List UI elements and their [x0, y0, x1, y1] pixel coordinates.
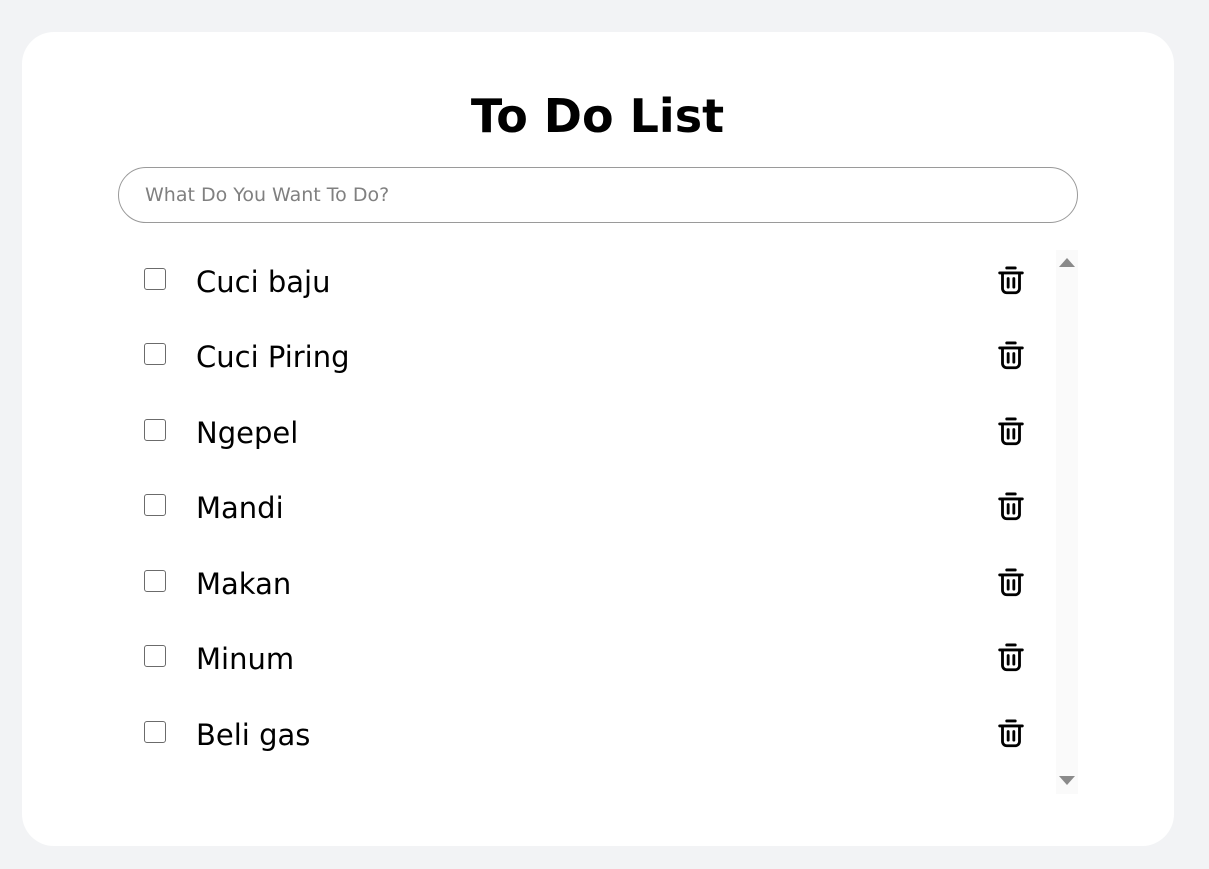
trash-icon[interactable] [994, 489, 1028, 523]
todo-label: Beli gas [196, 718, 311, 752]
trash-icon[interactable] [994, 640, 1028, 674]
todo-label: Cuci baju [196, 265, 331, 299]
page-title: To Do List [470, 89, 725, 143]
new-todo-input[interactable] [118, 167, 1078, 223]
todo-item: Cuci baju [118, 250, 1054, 310]
todo-checkbox[interactable] [144, 494, 166, 516]
todo-checkbox[interactable] [144, 268, 166, 290]
todo-label: Ngepel [196, 416, 299, 450]
todo-item: Mandi [118, 476, 1054, 536]
scroll-up-arrow-icon[interactable] [1059, 258, 1075, 267]
todo-label: Cuci Piring [196, 340, 350, 374]
todo-checkbox[interactable] [144, 343, 166, 365]
todo-item: Cuci Piring [118, 325, 1054, 385]
trash-icon[interactable] [994, 338, 1028, 372]
todo-label: Makan [196, 567, 292, 601]
trash-icon[interactable] [994, 414, 1028, 448]
list-scrollbar[interactable] [1056, 250, 1078, 794]
scroll-down-arrow-icon[interactable] [1059, 776, 1075, 785]
todo-label: Minum [196, 642, 295, 676]
todo-item: Makan [118, 552, 1054, 612]
todo-checkbox[interactable] [144, 721, 166, 743]
todo-checkbox[interactable] [144, 419, 166, 441]
todo-item: Ngepel [118, 401, 1054, 461]
todo-list: Cuci baju Cuci Piring Ngepel Mandi Makan [118, 250, 1054, 794]
trash-icon[interactable] [994, 716, 1028, 750]
trash-icon[interactable] [994, 565, 1028, 599]
todo-checkbox[interactable] [144, 570, 166, 592]
trash-icon[interactable] [994, 263, 1028, 297]
todo-label: Mandi [196, 491, 284, 525]
todo-item: Beli gas [118, 703, 1054, 763]
todo-checkbox[interactable] [144, 645, 166, 667]
todo-item: Minum [118, 627, 1054, 687]
